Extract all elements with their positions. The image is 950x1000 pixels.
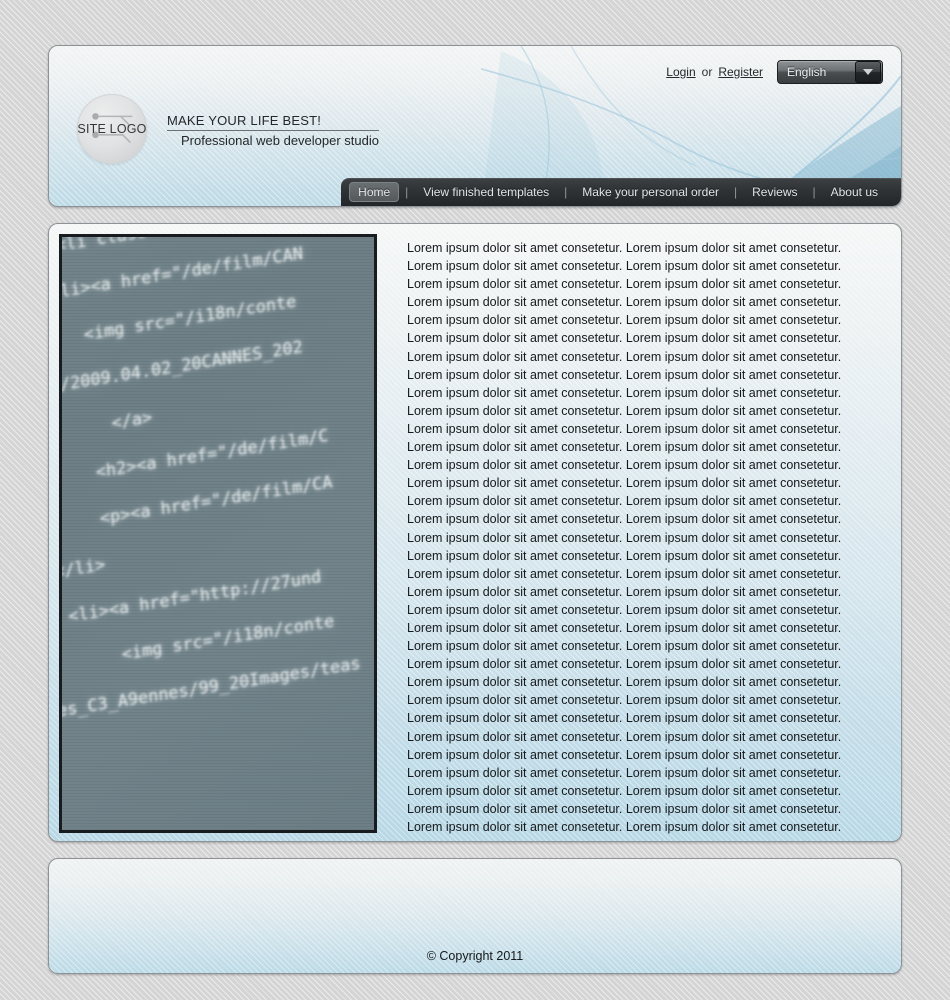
nav-item-about-us[interactable]: About us: [822, 182, 887, 202]
article-line: Lorem ipsum dolor sit amet consetetur. L…: [407, 313, 842, 328]
tagline-block: MAKE YOUR LIFE BEST! Professional web de…: [167, 111, 379, 148]
feature-screenshot[interactable]: <li class="first"><img sr<li><a href="/d…: [59, 234, 377, 833]
article-line: Lorem ipsum dolor sit amet consetetur. L…: [407, 783, 842, 798]
screenshot-scanlines: [62, 237, 374, 830]
nav-separator: |: [734, 185, 738, 199]
article-line: Lorem ipsum dolor sit amet consetetur. L…: [407, 693, 842, 708]
article-line: Lorem ipsum dolor sit amet consetetur. L…: [407, 747, 842, 762]
site-logo[interactable]: SITE LOGO: [77, 94, 147, 164]
language-select[interactable]: English: [777, 60, 883, 84]
header-top-links: Login or Register English: [666, 60, 883, 84]
article-text: Lorem ipsum dolor sit amet consetetur. L…: [377, 234, 891, 834]
article-line: Lorem ipsum dolor sit amet consetetur. L…: [407, 295, 842, 310]
tagline-secondary: Professional web developer studio: [180, 132, 379, 148]
article-line: Lorem ipsum dolor sit amet consetetur. L…: [407, 349, 842, 364]
article-line: Lorem ipsum dolor sit amet consetetur. L…: [407, 476, 842, 491]
article-line: Lorem ipsum dolor sit amet consetetur. L…: [407, 657, 842, 672]
article-line: Lorem ipsum dolor sit amet consetetur. L…: [407, 711, 842, 726]
article-line: Lorem ipsum dolor sit amet consetetur. L…: [407, 440, 842, 455]
register-link[interactable]: Register: [718, 65, 763, 79]
article-line: Lorem ipsum dolor sit amet consetetur. L…: [407, 259, 842, 274]
nav-separator: |: [564, 185, 568, 199]
article-line: Lorem ipsum dolor sit amet consetetur. L…: [407, 458, 842, 473]
main-navigation: Home | View finished templates | Make your p…: [341, 178, 901, 206]
nav-separator: |: [405, 185, 409, 199]
copyright-text: © Copyright 2011: [426, 949, 524, 963]
chevron-down-icon[interactable]: [855, 61, 881, 83]
article-line: Lorem ipsum dolor sit amet consetetur. L…: [407, 602, 842, 617]
main-content-panel: <li class="first"><img sr<li><a href="/d…: [48, 223, 902, 842]
article-line: Lorem ipsum dolor sit amet consetetur. L…: [407, 385, 842, 400]
login-register-conjunction: or: [701, 65, 713, 79]
article-line: Lorem ipsum dolor sit amet consetetur. L…: [407, 584, 842, 599]
article-line: Lorem ipsum dolor sit amet consetetur. L…: [407, 241, 842, 255]
tagline-primary: MAKE YOUR LIFE BEST!: [167, 113, 379, 131]
article-line: Lorem ipsum dolor sit amet consetetur. L…: [407, 277, 842, 292]
login-link[interactable]: Login: [666, 65, 695, 79]
article-line: Lorem ipsum dolor sit amet consetetur. L…: [407, 494, 842, 509]
article-line: Lorem ipsum dolor sit amet consetetur. L…: [407, 421, 842, 436]
article-line: Lorem ipsum dolor sit amet consetetur. L…: [407, 620, 842, 635]
article-line: Lorem ipsum dolor sit amet consetetur. L…: [407, 566, 842, 581]
article-line: Lorem ipsum dolor sit amet consetetur. L…: [407, 367, 842, 382]
brand-block: SITE LOGO MAKE YOUR LIFE BEST! Professio…: [77, 94, 379, 164]
article-line: Lorem ipsum dolor sit amet consetetur. L…: [407, 639, 842, 654]
article-line: Lorem ipsum dolor sit amet consetetur. L…: [407, 801, 842, 816]
nav-item-home[interactable]: Home: [349, 182, 400, 202]
article-line: Lorem ipsum dolor sit amet consetetur. L…: [407, 403, 842, 418]
nav-item-view-finished-templates[interactable]: View finished templates: [414, 182, 558, 202]
page-root: Login or Register English SITE LOGO MAKE…: [0, 0, 950, 1000]
nav-item-make-your-personal-order[interactable]: Make your personal order: [573, 182, 728, 202]
site-logo-label: SITE LOGO: [77, 122, 147, 136]
article-line: Lorem ipsum dolor sit amet consetetur. L…: [407, 675, 842, 690]
article-line: Lorem ipsum dolor sit amet consetetur. L…: [407, 765, 842, 780]
article-line: Lorem ipsum dolor sit amet consetetur. L…: [407, 530, 842, 545]
article-line: Lorem ipsum dolor sit amet consetetur. L…: [407, 512, 842, 527]
article-line: Lorem ipsum dolor sit amet consetetur. L…: [407, 548, 842, 563]
article-line: Lorem ipsum dolor sit amet consetetur. L…: [407, 820, 842, 834]
language-select-value: English: [787, 65, 827, 79]
site-header: Login or Register English SITE LOGO MAKE…: [48, 45, 902, 207]
nav-separator: |: [812, 185, 816, 199]
article-line: Lorem ipsum dolor sit amet consetetur. L…: [407, 729, 842, 744]
article-line: Lorem ipsum dolor sit amet consetetur. L…: [407, 331, 842, 346]
nav-item-reviews[interactable]: Reviews: [743, 182, 806, 202]
site-footer: © Copyright 2011: [48, 858, 902, 974]
